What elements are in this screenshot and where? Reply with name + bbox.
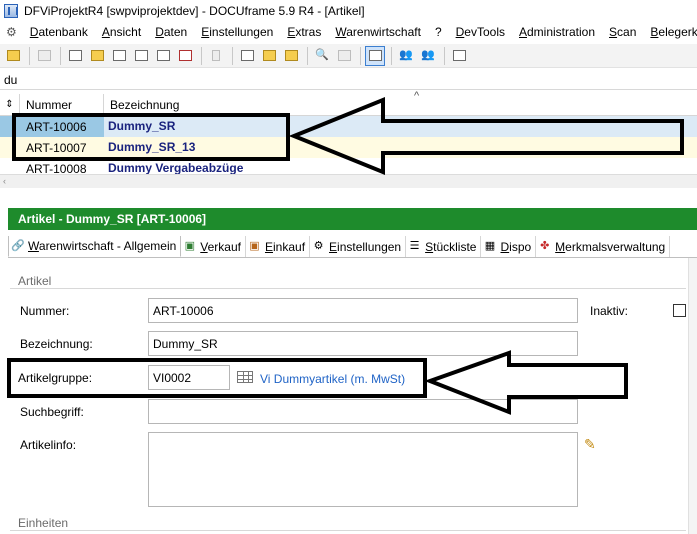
sale-icon: ▣ (184, 240, 195, 252)
features-icon: ✤ (540, 240, 550, 252)
menu-administration[interactable]: Administration (512, 25, 602, 39)
tab-stueckliste[interactable]: ☰ Stückliste (406, 236, 482, 257)
toolbar-separator (201, 46, 202, 65)
annotation-arrow-artikelgruppe (424, 350, 628, 415)
detail-view-icon[interactable] (365, 45, 385, 66)
tab-merkmalsverwaltung[interactable]: ✤ Merkmalsverwaltung (536, 236, 671, 257)
menu-belegerkennung[interactable]: Belegerkennung (643, 25, 697, 39)
inaktiv-checkbox[interactable] (673, 304, 686, 317)
window-title: DFViProjektR4 [swpviprojektdev] - DOCUfr… (24, 4, 365, 18)
tag-icon[interactable] (131, 46, 151, 66)
toolbar-separator (29, 46, 30, 65)
menu-scan[interactable]: Scan (602, 25, 643, 39)
open-folder-icon[interactable] (259, 46, 279, 66)
section-title-artikel: Artikel (18, 274, 52, 288)
label-bezeichnung: Bezeichnung: (20, 337, 93, 351)
toolbar-separator (232, 46, 233, 65)
label-artikelinfo: Artikelinfo: (20, 438, 77, 452)
tab-dispo[interactable]: ▦ Dispo (481, 236, 537, 257)
menu-datenbank[interactable]: Datenbank (23, 25, 95, 39)
menu-devtools[interactable]: DevTools (449, 25, 512, 39)
annotation-box-artikelgruppe (7, 358, 427, 398)
search-icon[interactable]: 🔍 (312, 46, 332, 66)
calendar-icon[interactable] (175, 46, 195, 66)
system-menu-icon[interactable]: ⚙ (6, 25, 17, 39)
section-divider (10, 530, 686, 531)
document-icon[interactable] (153, 46, 173, 66)
pencil-icon[interactable]: ✎ (584, 436, 596, 453)
menu-warenwirtschaft[interactable]: Warenwirtschaft (328, 25, 428, 39)
menu-ansicht[interactable]: Ansicht (95, 25, 148, 39)
cell-nummer: ART-10008 (26, 161, 87, 175)
list-icon: ☰ (409, 240, 420, 252)
article-header: Artikel - Dummy_SR [ART-10006] (8, 208, 697, 230)
gear-icon: ⚙ (313, 240, 324, 252)
toolbar-separator (307, 46, 308, 65)
phone-icon[interactable] (206, 46, 226, 66)
tab-einstellungen[interactable]: ⚙ Einstellungen (310, 236, 407, 257)
toolbar-separator (60, 46, 61, 65)
export-icon[interactable] (281, 46, 301, 66)
calendar-icon: ▦ (484, 240, 496, 252)
toolbar: 🔍 👥 👥 (0, 44, 697, 68)
horizontal-scrollbar[interactable]: ‹ (0, 174, 697, 188)
menu-help[interactable]: ? (428, 25, 449, 39)
toolbar-separator (391, 46, 392, 65)
search-disabled-icon[interactable] (334, 46, 354, 66)
menu-daten[interactable]: Daten (148, 25, 194, 39)
user-icon[interactable]: 👥 (396, 46, 416, 66)
attach-icon[interactable] (237, 46, 257, 66)
toolbar-separator (444, 46, 445, 65)
annotation-box-grid-rows (12, 113, 290, 161)
annotation-arrow-grid (288, 97, 684, 175)
label-suchbegriff: Suchbegriff: (20, 405, 84, 419)
tab-warenwirtschaft-allgemein[interactable]: 🔗 Warenwirtschaft - Allgemein (8, 236, 182, 257)
tab-einkauf[interactable]: ▣ Einkauf (246, 236, 311, 257)
section-title-einheiten: Einheiten (18, 516, 69, 530)
label-nummer: Nummer: (20, 304, 70, 318)
card-icon[interactable] (65, 46, 85, 66)
purchase-icon: ▣ (249, 240, 260, 252)
menu-einstellungen[interactable]: Einstellungen (194, 25, 280, 39)
menu-bar: ⚙ Datenbank Ansicht Daten Einstellungen … (0, 22, 697, 42)
section-divider (10, 288, 686, 289)
tab-bar: 🔗 Warenwirtschaft - Allgemein ▣ Verkauf … (8, 236, 697, 258)
menu-extras[interactable]: Extras (280, 25, 328, 39)
external-link-icon[interactable] (449, 46, 469, 66)
copy-icon[interactable] (109, 46, 129, 66)
new-record-icon[interactable] (3, 46, 23, 66)
print-icon[interactable] (34, 46, 54, 66)
vertical-scrollbar[interactable] (688, 258, 697, 534)
tab-verkauf[interactable]: ▣ Verkauf (181, 236, 246, 257)
filter-bar (0, 70, 697, 90)
folder-icon[interactable] (87, 46, 107, 66)
toolbar-separator (360, 46, 361, 65)
artikelinfo-field[interactable] (148, 432, 578, 507)
link-icon: 🔗 (11, 239, 25, 252)
title-bar: DFViProjektR4 [swpviprojektdev] - DOCUfr… (0, 0, 697, 22)
app-icon (4, 4, 18, 18)
filter-input[interactable] (4, 73, 604, 87)
label-inaktiv: Inaktiv: (590, 304, 629, 318)
user-group-icon[interactable]: 👥 (418, 46, 438, 66)
nummer-field[interactable] (148, 298, 578, 323)
